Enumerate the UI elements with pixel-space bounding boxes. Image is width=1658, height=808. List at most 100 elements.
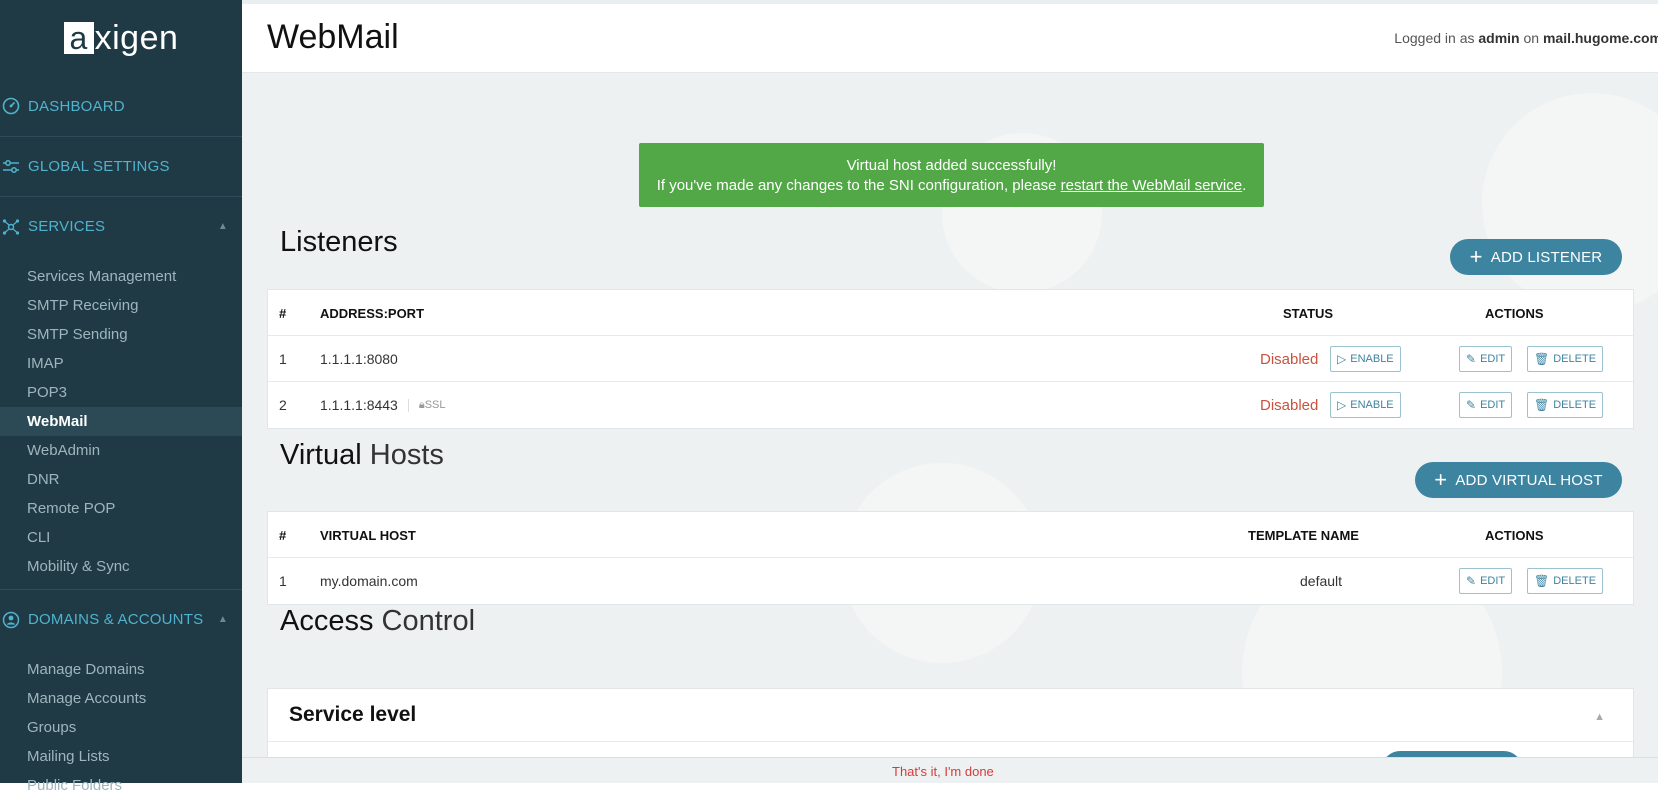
services-submenu: Services Management SMTP Receiving SMTP … bbox=[0, 256, 242, 589]
login-host: mail.hugome.com bbox=[1542, 30, 1658, 46]
edit-label: EDIT bbox=[1480, 575, 1506, 587]
row-num: 1 bbox=[279, 573, 287, 589]
login-user: admin bbox=[1478, 30, 1520, 46]
axigen-logo[interactable]: a xigen bbox=[0, 0, 242, 76]
login-on: on bbox=[1523, 30, 1540, 46]
listeners-table: # ADDRESS:PORT STATUS ACTIONS 1 1.1.1.1:… bbox=[267, 289, 1634, 429]
network-icon bbox=[2, 218, 20, 236]
access-control-title: Access Control bbox=[280, 605, 475, 638]
sidebar-item-webadmin[interactable]: WebAdmin bbox=[0, 436, 242, 465]
sidebar-item-groups[interactable]: Groups bbox=[0, 713, 242, 742]
delete-button[interactable]: 🗑 DELETE bbox=[1527, 568, 1604, 594]
done-link[interactable]: That's it, I'm done bbox=[884, 764, 1002, 779]
ssl-label: SSL bbox=[424, 399, 446, 411]
virtual-hosts-title-light: Hosts bbox=[369, 439, 444, 471]
status-badge: Disabled bbox=[1260, 350, 1319, 368]
restart-webmail-link[interactable]: restart the WebMail service bbox=[1061, 177, 1242, 194]
edit-label: EDIT bbox=[1480, 399, 1506, 411]
sidebar-item-manage-accounts[interactable]: Manage Accounts bbox=[0, 684, 242, 713]
alert-line2-prefix: If you've made any changes to the SNI co… bbox=[656, 177, 1057, 194]
virtual-hosts-title: Virtual Hosts bbox=[280, 439, 444, 472]
nav-global-settings-label: GLOBAL SETTINGS bbox=[28, 158, 170, 175]
dashboard-icon bbox=[2, 97, 20, 115]
collapse-caret-icon[interactable]: ▲ bbox=[1594, 711, 1605, 723]
sidebar-item-smtp-sending[interactable]: SMTP Sending bbox=[0, 320, 242, 349]
trash-icon: 🗑 bbox=[1534, 398, 1550, 412]
play-icon: ▷ bbox=[1337, 398, 1347, 412]
listener-address: 1.1.1.1:8080 bbox=[320, 351, 398, 367]
table-header-row: # VIRTUAL HOST TEMPLATE NAME ACTIONS bbox=[268, 512, 1633, 558]
trash-icon: 🗑 bbox=[1534, 352, 1550, 366]
play-icon: ▷ bbox=[1337, 352, 1347, 366]
login-info: Logged in as admin on mail.hugome.com bbox=[1394, 30, 1658, 46]
service-level-title: Service level bbox=[289, 703, 417, 726]
col-num: # bbox=[279, 527, 287, 543]
col-actions: ACTIONS bbox=[1485, 527, 1544, 543]
enable-button[interactable]: ▷ ENABLE bbox=[1330, 346, 1401, 372]
pencil-icon: ✎ bbox=[1466, 574, 1477, 588]
virtual-hosts-table: # VIRTUAL HOST TEMPLATE NAME ACTIONS 1 m… bbox=[267, 511, 1634, 605]
add-listener-label: ADD LISTENER bbox=[1490, 248, 1603, 266]
add-virtual-host-button[interactable]: + ADD VIRTUAL HOST bbox=[1415, 462, 1622, 498]
enable-button[interactable]: ▷ ENABLE bbox=[1330, 392, 1401, 418]
divider bbox=[268, 741, 1633, 742]
ssl-badge: 🔒︎ SSL bbox=[407, 398, 446, 412]
delete-label: DELETE bbox=[1553, 353, 1597, 365]
collapse-caret-icon[interactable]: ▲ bbox=[218, 614, 228, 625]
alert-line1: Virtual host added successfully! bbox=[846, 157, 1057, 174]
pencil-icon: ✎ bbox=[1466, 352, 1477, 366]
enable-label: ENABLE bbox=[1350, 353, 1394, 365]
edit-label: EDIT bbox=[1480, 353, 1506, 365]
sidebar-item-dnr[interactable]: DNR bbox=[0, 465, 242, 494]
footer-bar: That's it, I'm done bbox=[242, 757, 1658, 783]
edit-button[interactable]: ✎ EDIT bbox=[1459, 568, 1513, 594]
delete-button[interactable]: 🗑 DELETE bbox=[1527, 346, 1604, 372]
listener-address: 1.1.1.1:8443 bbox=[320, 397, 398, 413]
add-listener-button[interactable]: + ADD LISTENER bbox=[1450, 239, 1622, 275]
service-level-panel: Service level ▲ bbox=[267, 688, 1634, 757]
edit-button[interactable]: ✎ EDIT bbox=[1459, 392, 1513, 418]
listeners-title: Listeners bbox=[280, 226, 398, 258]
main-content: Virtual host added successfully! If you'… bbox=[242, 73, 1658, 757]
sidebar-item-manage-domains[interactable]: Manage Domains bbox=[0, 655, 242, 684]
virtual-hosts-title-strong: Virtual bbox=[280, 439, 362, 471]
domains-submenu: Manage Domains Manage Accounts Groups Ma… bbox=[0, 649, 242, 808]
col-num: # bbox=[279, 305, 287, 321]
delete-button[interactable]: 🗑 DELETE bbox=[1527, 392, 1604, 418]
plus-icon: + bbox=[1434, 467, 1448, 492]
sidebar-item-remote-pop[interactable]: Remote POP bbox=[0, 494, 242, 523]
col-address: ADDRESS:PORT bbox=[320, 305, 425, 321]
login-prefix: Logged in as bbox=[1394, 30, 1475, 46]
access-control-title-light: Control bbox=[381, 605, 476, 637]
access-control-title-strong: Access bbox=[280, 605, 374, 637]
nav-services-label: SERVICES bbox=[28, 218, 106, 235]
enable-label: ENABLE bbox=[1350, 399, 1394, 411]
collapse-caret-icon[interactable]: ▲ bbox=[218, 221, 228, 232]
row-num: 1 bbox=[279, 351, 287, 367]
sidebar-item-mobility-sync[interactable]: Mobility & Sync bbox=[0, 552, 242, 581]
edit-button[interactable]: ✎ EDIT bbox=[1459, 346, 1513, 372]
sidebar-item-mailing-lists[interactable]: Mailing Lists bbox=[0, 742, 242, 771]
nav-dashboard[interactable]: DASHBOARD bbox=[0, 76, 242, 136]
listener-address-cell: 1.1.1.1:8443 🔒︎ SSL bbox=[320, 382, 446, 428]
background-bubble bbox=[1482, 93, 1658, 313]
user-circle-icon bbox=[2, 611, 20, 629]
page-title: WebMail bbox=[267, 18, 399, 56]
sidebar-item-pop3[interactable]: POP3 bbox=[0, 378, 242, 407]
col-status: STATUS bbox=[1283, 305, 1334, 321]
nav-domains-accounts[interactable]: DOMAINS & ACCOUNTS ▲ bbox=[0, 589, 242, 649]
nav-services[interactable]: SERVICES ▲ bbox=[0, 196, 242, 256]
sidebar-item-services-management[interactable]: Services Management bbox=[0, 262, 242, 291]
sidebar-item-public-folders[interactable]: Public Folders bbox=[0, 771, 242, 800]
row-num: 2 bbox=[279, 397, 287, 413]
nav-global-settings[interactable]: GLOBAL SETTINGS bbox=[0, 136, 242, 196]
success-alert: Virtual host added successfully! If you'… bbox=[639, 143, 1264, 207]
sidebar-item-imap[interactable]: IMAP bbox=[0, 349, 242, 378]
table-row: 1 1.1.1.1:8080 Disabled ▷ ENABLE ✎ EDIT 🗑 D… bbox=[268, 336, 1633, 382]
sidebar-item-cli[interactable]: CLI bbox=[0, 523, 242, 552]
sidebar-item-webmail[interactable]: WebMail bbox=[0, 407, 242, 436]
sidebar: a xigen DASHBOARD GLOBAL SETTINGS SERVICE… bbox=[0, 0, 242, 794]
sliders-icon bbox=[2, 158, 20, 176]
page-header: WebMail Logged in as admin on mail.hugom… bbox=[242, 0, 1658, 73]
sidebar-item-smtp-receiving[interactable]: SMTP Receiving bbox=[0, 291, 242, 320]
